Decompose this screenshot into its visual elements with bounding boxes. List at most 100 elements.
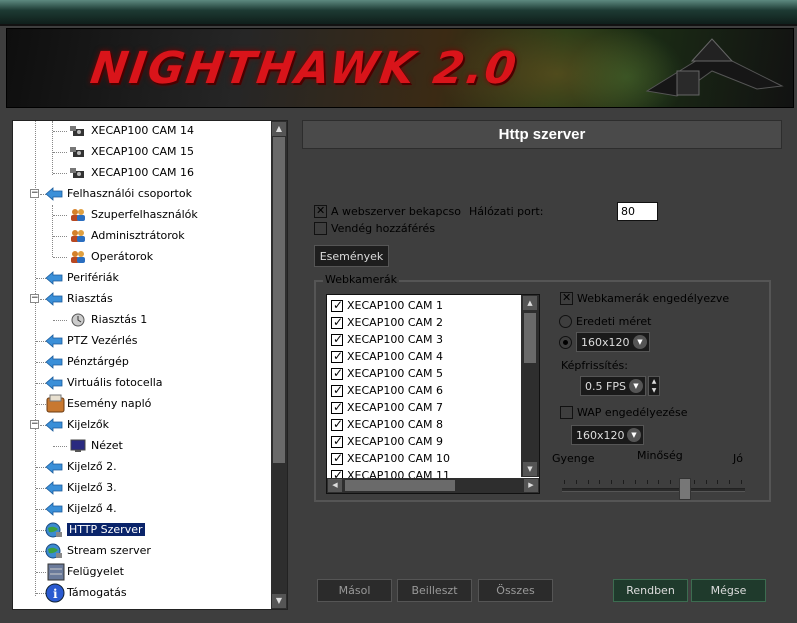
tree-item[interactable]: − Riasztás bbox=[13, 289, 271, 310]
spin-down-icon[interactable]: ▼ bbox=[649, 386, 659, 395]
arrow-left-icon bbox=[45, 480, 63, 496]
paste-button[interactable]: Beilleszt bbox=[397, 579, 472, 602]
camera-checkbox[interactable] bbox=[331, 366, 343, 380]
all-button[interactable]: Összes bbox=[478, 579, 553, 602]
camera-checkbox[interactable] bbox=[331, 349, 343, 363]
original-size-radio[interactable] bbox=[559, 315, 572, 328]
scroll-up-icon[interactable]: ▲ bbox=[523, 296, 537, 310]
globe-icon bbox=[45, 522, 62, 538]
events-button[interactable]: Események bbox=[314, 245, 389, 267]
camera-list-item[interactable]: XECAP100 CAM 2 bbox=[331, 315, 521, 332]
tree-item[interactable]: Felügyelet bbox=[13, 562, 271, 583]
tree-item[interactable]: Operátorok bbox=[13, 247, 271, 268]
collapse-toggle-icon[interactable]: − bbox=[30, 420, 39, 429]
size-select[interactable]: 160x120 ▼ bbox=[576, 332, 650, 352]
tree-scrollbar[interactable]: ▲ ▼ bbox=[271, 121, 287, 609]
quality-slider-thumb[interactable] bbox=[678, 478, 691, 500]
chevron-down-icon[interactable]: ▼ bbox=[627, 428, 641, 442]
camera-checkbox[interactable] bbox=[331, 332, 343, 346]
camera-checkbox[interactable] bbox=[331, 400, 343, 414]
camera-checkbox[interactable] bbox=[331, 383, 343, 397]
slider-tick bbox=[575, 480, 577, 484]
window-title-bar[interactable] bbox=[0, 0, 797, 26]
enable-webserver-checkbox[interactable] bbox=[314, 204, 327, 218]
camera-checkbox[interactable] bbox=[331, 298, 343, 312]
chevron-down-icon[interactable]: ▼ bbox=[633, 335, 647, 349]
tree-item[interactable]: Szuperfelhasználók bbox=[13, 205, 271, 226]
camera-list-item[interactable]: XECAP100 CAM 3 bbox=[331, 332, 521, 349]
camera-checkbox[interactable] bbox=[331, 315, 343, 329]
tree-item[interactable]: XECAP100 CAM 14 bbox=[13, 121, 271, 142]
wap-label: WAP engedélyezése bbox=[577, 406, 688, 419]
tree-item[interactable]: Riasztás 1 bbox=[13, 310, 271, 331]
camera-list-item[interactable]: XECAP100 CAM 9 bbox=[331, 434, 521, 451]
camera-label: XECAP100 CAM 1 bbox=[347, 299, 444, 312]
scroll-thumb[interactable] bbox=[273, 137, 285, 463]
tree-item[interactable]: Adminisztrátorok bbox=[13, 226, 271, 247]
scroll-thumb[interactable] bbox=[345, 480, 455, 491]
ok-button[interactable]: Rendben bbox=[613, 579, 688, 602]
quality-slider-track[interactable] bbox=[562, 488, 745, 492]
info-icon: i bbox=[45, 583, 65, 603]
tree-item[interactable]: XECAP100 CAM 16 bbox=[13, 163, 271, 184]
camera-list-item[interactable]: XECAP100 CAM 5 bbox=[331, 366, 521, 383]
collapse-toggle-icon[interactable]: − bbox=[30, 189, 39, 198]
arrow-left-icon bbox=[45, 291, 63, 307]
arrow-left-icon bbox=[45, 333, 63, 349]
camera-list-vscrollbar[interactable]: ▲ ▼ bbox=[521, 295, 539, 477]
tree-branch-line bbox=[53, 446, 67, 447]
camera-list-item[interactable]: XECAP100 CAM 6 bbox=[331, 383, 521, 400]
tree-item[interactable]: − Kijelzők bbox=[13, 415, 271, 436]
camera-list-item[interactable]: XECAP100 CAM 4 bbox=[331, 349, 521, 366]
port-input[interactable]: 80 bbox=[617, 202, 658, 221]
tree-item[interactable]: Esemény napló bbox=[13, 394, 271, 415]
scroll-right-icon[interactable]: ▶ bbox=[524, 479, 538, 492]
fps-spinner[interactable]: ▲ ▼ bbox=[648, 376, 660, 396]
tree-item[interactable]: Kijelző 3. bbox=[13, 478, 271, 499]
wap-size-select[interactable]: 160x120 ▼ bbox=[571, 425, 644, 445]
tree-item[interactable]: Virtuális fotocella bbox=[13, 373, 271, 394]
spin-up-icon[interactable]: ▲ bbox=[649, 377, 659, 386]
scroll-up-icon[interactable]: ▲ bbox=[272, 122, 286, 136]
tree-item[interactable]: i Támogatás bbox=[13, 583, 271, 604]
camera-checkbox[interactable] bbox=[331, 417, 343, 431]
camera-list-hscrollbar[interactable]: ◀ ▶ bbox=[327, 478, 539, 493]
camera-checkbox[interactable] bbox=[331, 451, 343, 465]
camera-list-item[interactable]: XECAP100 CAM 10 bbox=[331, 451, 521, 468]
custom-size-radio[interactable] bbox=[559, 336, 572, 349]
tree-item[interactable]: PTZ Vezérlés bbox=[13, 331, 271, 352]
original-size-label: Eredeti méret bbox=[576, 315, 652, 328]
tree-item[interactable]: − Felhasználói csoportok bbox=[13, 184, 271, 205]
fps-select[interactable]: 0.5 FPS ▼ bbox=[580, 376, 646, 396]
page-title: Http szerver bbox=[498, 126, 586, 143]
camera-list-item[interactable]: XECAP100 CAM 8 bbox=[331, 417, 521, 434]
slider-tick bbox=[634, 480, 636, 484]
copy-button[interactable]: Másol bbox=[317, 579, 392, 602]
tree-item[interactable]: Nézet bbox=[13, 436, 271, 457]
scroll-left-icon[interactable]: ◀ bbox=[328, 479, 342, 492]
tree-item[interactable]: Perifériák bbox=[13, 268, 271, 289]
tree-item[interactable]: HTTP Szerver bbox=[13, 520, 271, 541]
guest-access-checkbox[interactable] bbox=[314, 222, 327, 235]
tree-item[interactable]: Stream szerver bbox=[13, 541, 271, 562]
tree-item[interactable]: Pénztárgép bbox=[13, 352, 271, 373]
scroll-thumb[interactable] bbox=[524, 313, 536, 363]
arrow-left-icon bbox=[45, 375, 63, 391]
collapse-toggle-icon[interactable]: − bbox=[30, 294, 39, 303]
app-logo: NIGHTHAWK 2.0 bbox=[87, 43, 522, 94]
navigation-tree[interactable]: XECAP100 CAM 14 XECAP100 CAM 15 XECAP100 C… bbox=[12, 120, 288, 610]
camera-list[interactable]: XECAP100 CAM 1 XECAP100 CAM 2 XECAP100 CAM… bbox=[326, 294, 540, 494]
tree-item[interactable]: XECAP100 CAM 15 bbox=[13, 142, 271, 163]
tree-item[interactable]: Kijelző 2. bbox=[13, 457, 271, 478]
scroll-down-icon[interactable]: ▼ bbox=[523, 462, 537, 476]
camera-checkbox[interactable] bbox=[331, 434, 343, 448]
scroll-down-icon[interactable]: ▼ bbox=[272, 594, 286, 608]
fps-select-value: 0.5 FPS bbox=[585, 380, 626, 393]
camera-list-item[interactable]: XECAP100 CAM 7 bbox=[331, 400, 521, 417]
chevron-down-icon[interactable]: ▼ bbox=[629, 379, 643, 393]
tree-item[interactable]: Kijelző 4. bbox=[13, 499, 271, 520]
enable-webcams-checkbox[interactable] bbox=[560, 291, 573, 305]
cancel-button[interactable]: Mégse bbox=[691, 579, 766, 602]
wap-checkbox[interactable] bbox=[560, 406, 573, 419]
camera-list-item[interactable]: XECAP100 CAM 1 bbox=[331, 298, 521, 315]
